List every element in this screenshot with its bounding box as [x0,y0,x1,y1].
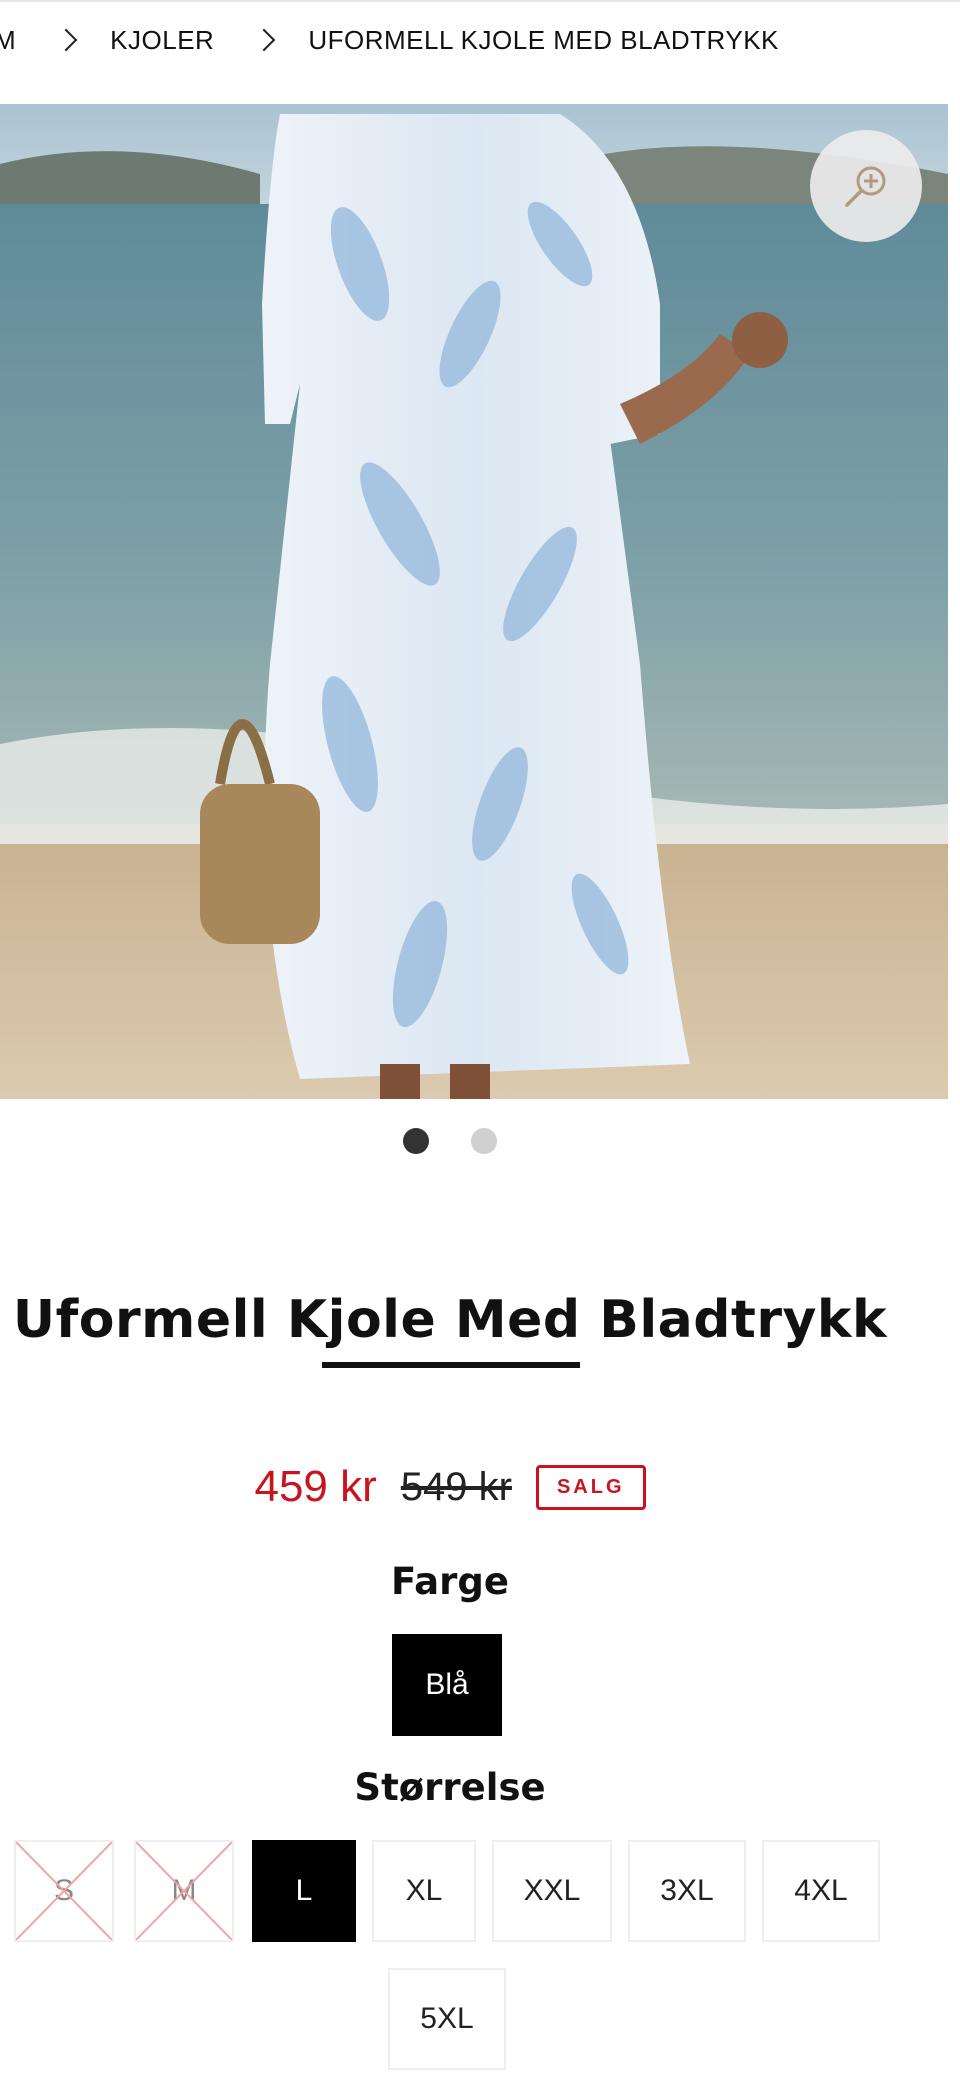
size-option-label: XL [405,1874,443,1907]
size-option-m[interactable]: M [134,1840,234,1942]
product-photo [0,104,948,1099]
size-option-3xl[interactable]: 3XL [628,1840,746,1942]
size-option-xxl[interactable]: XXL [492,1840,612,1942]
size-option-5xl[interactable]: 5XL [388,1968,506,2070]
color-label: Farge [391,1560,509,1603]
size-option-label: 4XL [794,1874,848,1907]
gallery-dot-2[interactable] [471,1128,497,1154]
size-option-label: XXL [523,1874,581,1907]
size-option-4xl[interactable]: 4XL [762,1840,880,1942]
size-option-s[interactable]: S [14,1840,114,1942]
size-option-label: L [295,1874,313,1907]
size-options: S M L XL XXL 3XL 4XL 5XL [14,1840,954,2080]
size-option-label: 3XL [660,1874,714,1907]
breadcrumb: M KJOLER UFORMELL KJOLE MED BLADTRYKK [0,0,960,78]
chevron-right-icon [54,28,78,52]
title-underline [322,1362,580,1368]
breadcrumb-item-kjoler[interactable]: KJOLER [110,25,214,56]
size-option-l[interactable]: L [252,1840,356,1942]
product-image[interactable] [0,104,948,1099]
gallery-dot-1[interactable] [403,1128,429,1154]
zoom-button[interactable] [810,130,922,242]
unavailable-cross-icon [16,1842,112,1940]
zoom-in-icon [845,166,886,207]
breadcrumb-item-home[interactable]: M [0,25,16,56]
product-title: Uformell Kjole Med Bladtrykk [12,1290,888,1350]
size-option-xl[interactable]: XL [372,1840,476,1942]
sale-badge: SALG [535,1464,646,1510]
breadcrumb-item-current: UFORMELL KJOLE MED BLADTRYKK [308,24,779,55]
size-option-label: 5XL [420,2002,474,2035]
size-label: Størrelse [354,1766,546,1809]
chevron-right-icon [253,28,276,52]
price-row: 459 kr 549 kr SALG [0,1462,900,1512]
sale-price: 459 kr [254,1462,377,1511]
gallery-pagination [0,1128,900,1154]
original-price: 549 kr [400,1464,512,1509]
color-option-selected[interactable]: Blå [392,1634,502,1736]
unavailable-cross-icon [136,1842,232,1940]
